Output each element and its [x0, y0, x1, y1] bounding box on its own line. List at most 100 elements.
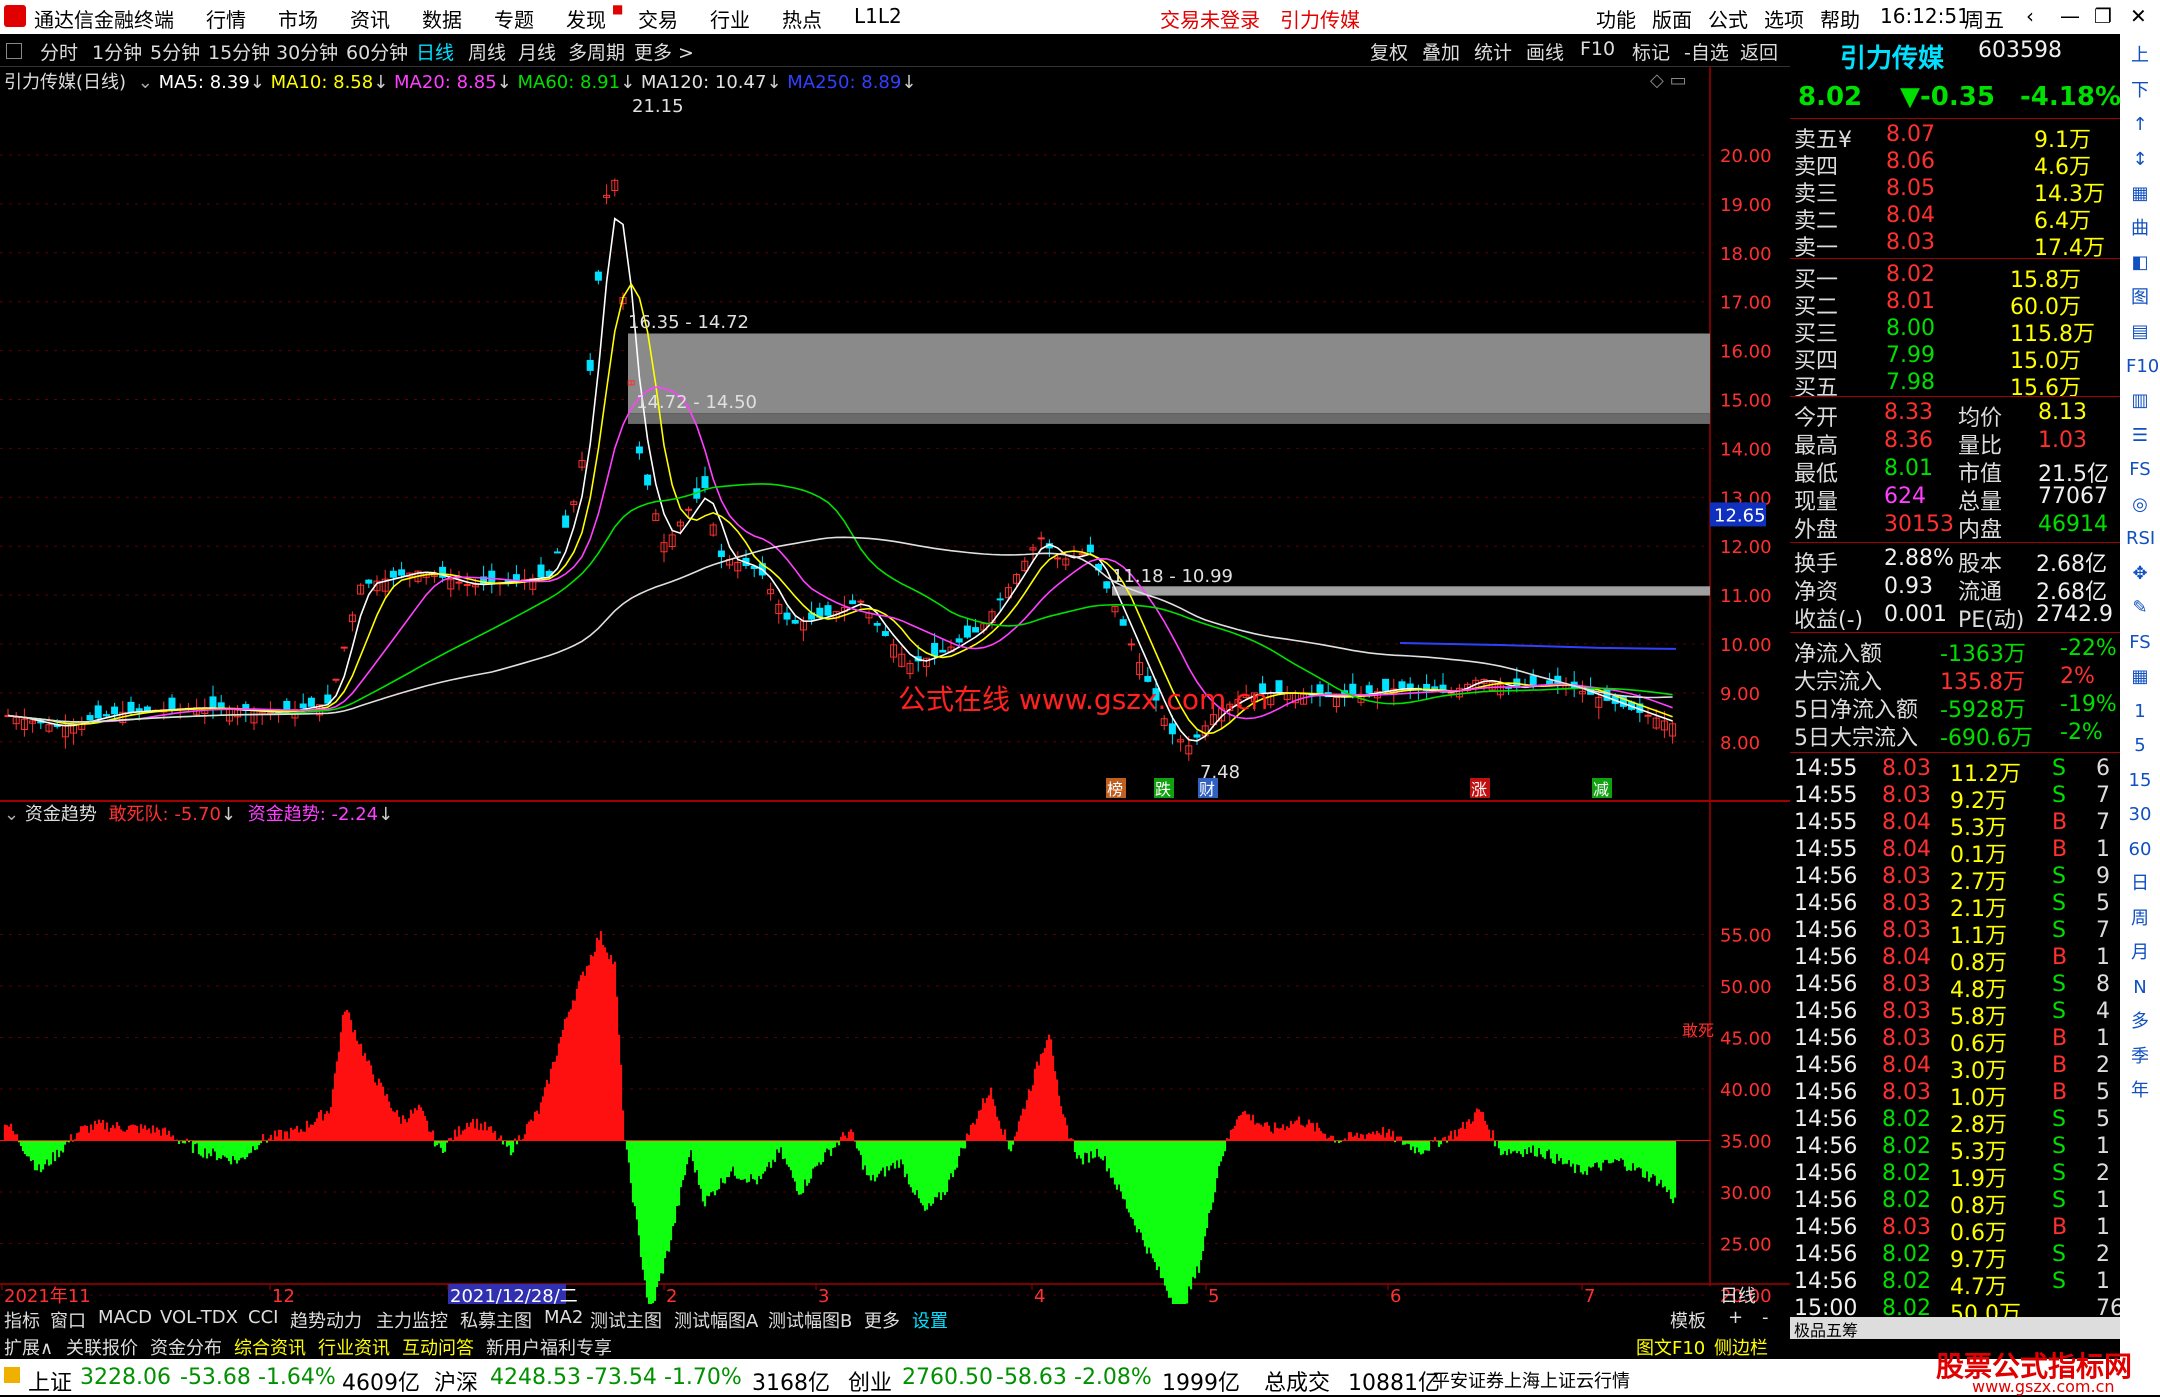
- tab-hudongwenda[interactable]: 互动问答: [402, 1334, 474, 1360]
- side-tool-icon[interactable]: F10: [2126, 353, 2159, 381]
- menu-item-jiaoyi[interactable]: 交易: [638, 4, 678, 33]
- tool-huaxian[interactable]: 画线: [1526, 38, 1564, 65]
- tab-macd[interactable]: MACD: [98, 1307, 152, 1328]
- tab-zonghezixun[interactable]: 综合资讯: [234, 1334, 306, 1360]
- side-tool-icon[interactable]: N: [2126, 974, 2154, 1002]
- tab-moban[interactable]: 模板: [1670, 1307, 1706, 1333]
- kline-chart[interactable]: 20.0019.0018.0017.0016.0015.0014.0013.00…: [0, 66, 1790, 1304]
- side-tool-icon[interactable]: 曲: [2126, 215, 2154, 243]
- period-tab[interactable]: 多周期: [568, 38, 625, 65]
- back-arrow-icon[interactable]: ‹: [2026, 4, 2034, 28]
- tab-ma2[interactable]: MA2: [544, 1307, 583, 1328]
- period-tab[interactable]: 15分钟: [208, 38, 270, 65]
- side-tool-icon[interactable]: 5: [2126, 732, 2154, 760]
- collapse-icon[interactable]: ⌄: [138, 72, 153, 93]
- side-tool-icon[interactable]: ↕: [2126, 146, 2154, 174]
- tab-ceshizhutu[interactable]: 测试主图: [590, 1307, 662, 1333]
- side-tool-icon[interactable]: ◎: [2126, 491, 2154, 519]
- period-tab-selected[interactable]: 日线: [416, 38, 454, 65]
- minimize-icon[interactable]: —: [2060, 4, 2080, 28]
- period-tab[interactable]: 分时: [40, 38, 78, 65]
- side-tool-icon[interactable]: ▦: [2126, 663, 2154, 691]
- menu-item-zixun[interactable]: 资讯: [350, 4, 390, 33]
- index-name[interactable]: 上证: [28, 1365, 72, 1397]
- menu-item-shuju[interactable]: 数据: [422, 4, 462, 33]
- tool-zixuan[interactable]: -自选: [1684, 38, 1729, 65]
- side-tool-icon[interactable]: FS: [2126, 629, 2154, 657]
- menu-item-hangqing[interactable]: 行情: [206, 4, 246, 33]
- tool-diejia[interactable]: 叠加: [1422, 38, 1460, 65]
- tab-vol-tdx[interactable]: VOL-TDX: [160, 1307, 238, 1328]
- side-tool-icon[interactable]: 日: [2126, 870, 2154, 898]
- tab-cci[interactable]: CCI: [248, 1307, 278, 1328]
- tab-xinyonghu[interactable]: 新用户福利专享: [486, 1334, 612, 1360]
- tab-chuangkou[interactable]: 窗口: [50, 1307, 86, 1333]
- side-tool-icon[interactable]: 周: [2126, 905, 2154, 933]
- tool-tongji[interactable]: 统计: [1474, 38, 1512, 65]
- indicator-collapse-icon[interactable]: ⌄: [4, 804, 19, 825]
- menu-item-l1l2[interactable]: L1L2: [854, 4, 902, 28]
- zoom-out-button[interactable]: -: [1762, 1307, 1769, 1328]
- tab-gengduo[interactable]: 更多: [864, 1307, 900, 1333]
- chart-settings-icon[interactable]: ◇ ▭: [1650, 70, 1687, 91]
- side-tool-icon[interactable]: ✥: [2126, 560, 2154, 588]
- panel-toggle-icon[interactable]: [6, 43, 22, 59]
- side-tool-icon[interactable]: 下: [2126, 77, 2154, 105]
- side-tool-icon[interactable]: 60: [2126, 836, 2154, 864]
- side-tool-icon[interactable]: 30: [2126, 801, 2154, 829]
- menu-item-banmian[interactable]: 版面: [1652, 4, 1692, 33]
- side-tool-icon[interactable]: ✎: [2126, 594, 2154, 622]
- side-tool-icon[interactable]: 上: [2126, 42, 2154, 70]
- index-name[interactable]: 创业: [848, 1365, 892, 1397]
- quote-mini-tab[interactable]: 极品五筹: [1790, 1317, 2124, 1340]
- menu-item-gongneng[interactable]: 功能: [1596, 4, 1636, 33]
- side-tool-icon[interactable]: 月: [2126, 939, 2154, 967]
- zoom-in-button[interactable]: +: [1728, 1307, 1743, 1328]
- period-tab[interactable]: 月线: [518, 38, 556, 65]
- side-tool-icon[interactable]: ↑: [2126, 111, 2154, 139]
- tab-tuwen-f10[interactable]: 图文F10: [1636, 1334, 1705, 1360]
- tab-ceshifutua[interactable]: 测试幅图A: [674, 1307, 758, 1333]
- period-tab[interactable]: 60分钟: [346, 38, 408, 65]
- period-more[interactable]: 更多 >: [634, 38, 694, 65]
- restore-icon[interactable]: ❐: [2094, 4, 2112, 28]
- side-tool-icon[interactable]: 15: [2126, 767, 2154, 795]
- side-tool-icon[interactable]: ▦: [2126, 180, 2154, 208]
- tab-hangyezixun[interactable]: 行业资讯: [318, 1334, 390, 1360]
- close-icon[interactable]: ✕: [2130, 4, 2147, 28]
- side-tool-icon[interactable]: FS: [2126, 456, 2154, 484]
- period-tab[interactable]: 1分钟: [92, 38, 142, 65]
- tab-guanlianbaojia[interactable]: 关联报价: [66, 1334, 138, 1360]
- menu-item-gongshi[interactable]: 公式: [1708, 4, 1748, 33]
- side-tool-icon[interactable]: 年: [2126, 1077, 2154, 1105]
- period-tab[interactable]: 30分钟: [276, 38, 338, 65]
- index-name[interactable]: 沪深: [434, 1365, 478, 1397]
- side-tool-icon[interactable]: ☰: [2126, 422, 2154, 450]
- period-tab[interactable]: 周线: [468, 38, 506, 65]
- side-tool-icon[interactable]: RSI: [2126, 525, 2155, 553]
- period-tab[interactable]: 5分钟: [150, 38, 200, 65]
- menu-item-zhuanti[interactable]: 专题: [494, 4, 534, 33]
- tool-biaoji[interactable]: 标记: [1632, 38, 1670, 65]
- side-tool-icon[interactable]: 多: [2126, 1008, 2154, 1036]
- tab-kuozhan[interactable]: 扩展∧: [4, 1334, 53, 1360]
- tool-f10[interactable]: F10: [1580, 38, 1615, 60]
- side-tool-icon[interactable]: ▥: [2126, 387, 2154, 415]
- menu-item-hangye[interactable]: 行业: [710, 4, 750, 33]
- tab-zijinfenbu[interactable]: 资金分布: [150, 1334, 222, 1360]
- tool-fanhui[interactable]: 返回: [1740, 38, 1778, 65]
- menu-item-faxian[interactable]: 发现: [566, 4, 606, 33]
- tab-simuzhutu[interactable]: 私募主图: [460, 1307, 532, 1333]
- tab-shezhi[interactable]: 设置: [912, 1307, 948, 1333]
- login-status[interactable]: 交易未登录: [1160, 4, 1260, 33]
- side-tool-icon[interactable]: 图: [2126, 284, 2154, 312]
- tab-qushidongli[interactable]: 趋势动力: [290, 1307, 362, 1333]
- tab-cebianlan[interactable]: 侧边栏: [1714, 1334, 1768, 1360]
- tool-fuquan[interactable]: 复权: [1370, 38, 1408, 65]
- tab-zhibiao[interactable]: 指标: [4, 1307, 40, 1333]
- menu-item-bangzhu[interactable]: 帮助: [1820, 4, 1860, 33]
- menu-item-redian[interactable]: 热点: [782, 4, 822, 33]
- side-tool-icon[interactable]: 1: [2126, 698, 2154, 726]
- side-tool-icon[interactable]: 季: [2126, 1043, 2154, 1071]
- side-tool-icon[interactable]: ▤: [2126, 318, 2154, 346]
